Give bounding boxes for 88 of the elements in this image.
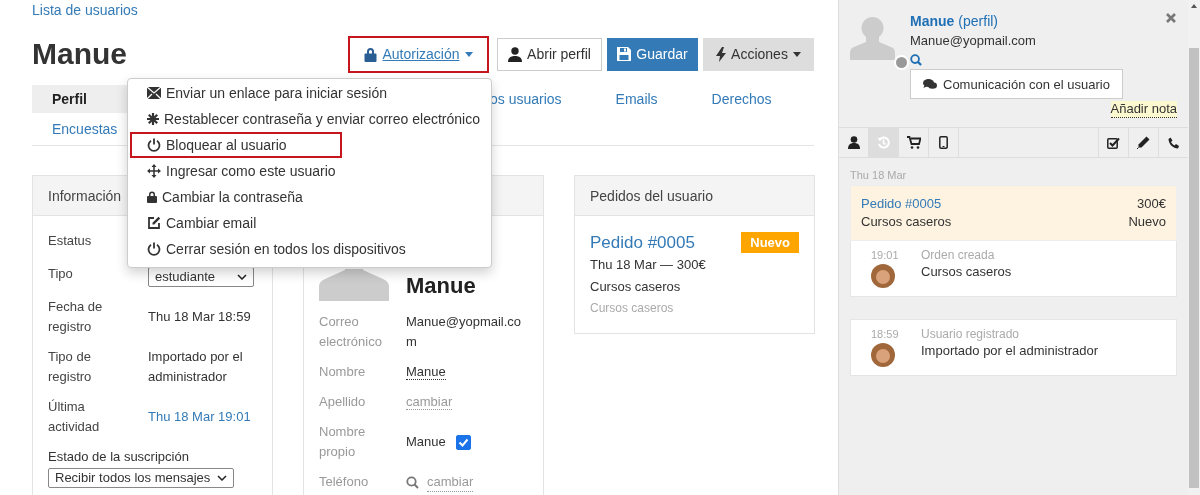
lock-icon bbox=[147, 191, 157, 203]
editable-value[interactable]: Manue bbox=[406, 364, 446, 380]
avatar-icon bbox=[850, 15, 895, 60]
menu-item[interactable]: Bloquear al usuario bbox=[130, 132, 342, 158]
envelope-icon bbox=[147, 87, 161, 99]
menu-item[interactable]: Enviar un enlace para iniciar sesión bbox=[130, 80, 397, 106]
mobile-icon bbox=[939, 136, 948, 149]
field-value: Manue bbox=[406, 433, 446, 451]
order-product: Cursos caseros bbox=[590, 278, 682, 296]
field-label: Nombre propio bbox=[319, 423, 367, 461]
select-field[interactable]: Recibir todos los mensajes bbox=[48, 468, 234, 488]
avatar bbox=[871, 264, 895, 288]
asterisk-icon bbox=[147, 113, 159, 125]
close-icon[interactable] bbox=[1166, 13, 1176, 23]
search-icon[interactable] bbox=[406, 475, 419, 489]
user-email: Manue@yopmail.com bbox=[910, 32, 1036, 50]
page-title: Manue bbox=[32, 36, 127, 72]
order-link[interactable]: Pedido #0005 bbox=[590, 232, 695, 253]
field-label: Tipo de registro bbox=[48, 348, 93, 386]
add-note-link[interactable]: Añadir nota bbox=[1110, 101, 1177, 118]
authorization-link[interactable]: Autorización bbox=[348, 35, 489, 73]
caret-icon bbox=[792, 51, 801, 57]
field-label: Teléfono bbox=[319, 473, 370, 491]
chevron-icon bbox=[217, 475, 227, 481]
floppy-icon bbox=[617, 47, 632, 61]
field-value: Manue@yopmail.com bbox=[406, 313, 523, 351]
cart-icon bbox=[906, 136, 921, 149]
menu-item[interactable]: Ingresar como este usuario bbox=[130, 158, 346, 184]
actions-button[interactable]: Acciones bbox=[703, 37, 814, 71]
search-icon[interactable] bbox=[910, 54, 922, 66]
event-text: Importado por el administrador bbox=[921, 342, 1099, 360]
power-icon bbox=[147, 138, 161, 152]
event-text: Cursos caseros bbox=[921, 263, 1012, 281]
communication-button[interactable]: Comunicación con el usuario bbox=[910, 69, 1123, 99]
user-name-link[interactable]: Manue bbox=[910, 12, 955, 30]
field-label: Última actividad bbox=[48, 398, 101, 436]
lock-icon bbox=[364, 46, 378, 62]
order-status: Nuevo bbox=[1128, 213, 1166, 231]
scrollbar[interactable] bbox=[1188, 0, 1200, 495]
breadcrumb-link[interactable]: Lista de usuarios bbox=[32, 2, 138, 18]
edit-icon bbox=[147, 216, 161, 230]
pencil-icon bbox=[1137, 136, 1150, 149]
tab[interactable]: Derechos bbox=[691, 85, 792, 113]
event-time: 18:59 bbox=[871, 327, 899, 341]
date-link[interactable]: Thu 18 Mar 19:01 bbox=[148, 407, 251, 427]
field-label: Estatus bbox=[48, 232, 93, 250]
chevron-icon bbox=[237, 274, 247, 280]
power-icon bbox=[147, 242, 161, 256]
caret-icon bbox=[464, 51, 473, 57]
move-icon bbox=[147, 164, 161, 178]
order-summary: Thu 18 Mar — 300€ bbox=[590, 256, 707, 274]
menu-item[interactable]: Cerrar sesión en todos los dispositivos bbox=[130, 236, 416, 262]
order-amount: 300€ bbox=[1137, 195, 1166, 213]
user-icon bbox=[847, 136, 860, 149]
field-label: Apellido bbox=[319, 393, 367, 411]
field-label: Nombre bbox=[319, 363, 367, 381]
contact-name: Manue bbox=[406, 274, 476, 298]
phone-icon bbox=[1167, 136, 1180, 149]
field-label: Fecha de registro bbox=[48, 298, 104, 336]
order-product: Cursos caseros bbox=[861, 213, 952, 231]
save-button[interactable]: Guardar bbox=[607, 37, 698, 71]
field-label: Tipo bbox=[48, 265, 74, 283]
bolt-icon bbox=[716, 46, 727, 62]
card-title: Pedidos del usuario bbox=[590, 187, 713, 204]
checkbox[interactable] bbox=[455, 434, 471, 450]
event-title: Usuario registrado bbox=[921, 327, 1021, 341]
tab[interactable]: Emails bbox=[595, 85, 678, 113]
status-badge: Nuevo bbox=[741, 232, 799, 253]
open-profile-button[interactable]: Abrir perfil bbox=[497, 37, 602, 71]
card-title: Información bbox=[48, 187, 122, 204]
checkbox-icon bbox=[1107, 136, 1120, 149]
chat-icon bbox=[923, 78, 937, 90]
menu-item[interactable]: Restablecer contraseña y enviar correo electrónico bbox=[130, 106, 490, 132]
order-link[interactable]: Pedido #0005 bbox=[861, 195, 942, 213]
history-icon bbox=[877, 136, 890, 149]
menu-item[interactable]: Cambiar email bbox=[130, 210, 342, 236]
avatar bbox=[871, 343, 895, 367]
profile-link[interactable]: (perfil) bbox=[958, 12, 998, 30]
event-title: Orden creada bbox=[921, 248, 996, 262]
menu-item[interactable]: Cambiar la contraseña bbox=[130, 184, 342, 210]
timeline-date: Thu 18 Mar bbox=[850, 168, 908, 182]
event-time: 19:01 bbox=[871, 248, 899, 262]
field-label: Correo electrónico bbox=[319, 313, 383, 351]
field-label: Estado de la suscripción bbox=[48, 448, 190, 466]
user-icon bbox=[508, 46, 523, 62]
order-category: Cursos caseros bbox=[590, 301, 675, 315]
field-value: Thu 18 Mar 18:59 bbox=[148, 308, 251, 326]
field-value: Importado por el administrador bbox=[148, 348, 244, 386]
